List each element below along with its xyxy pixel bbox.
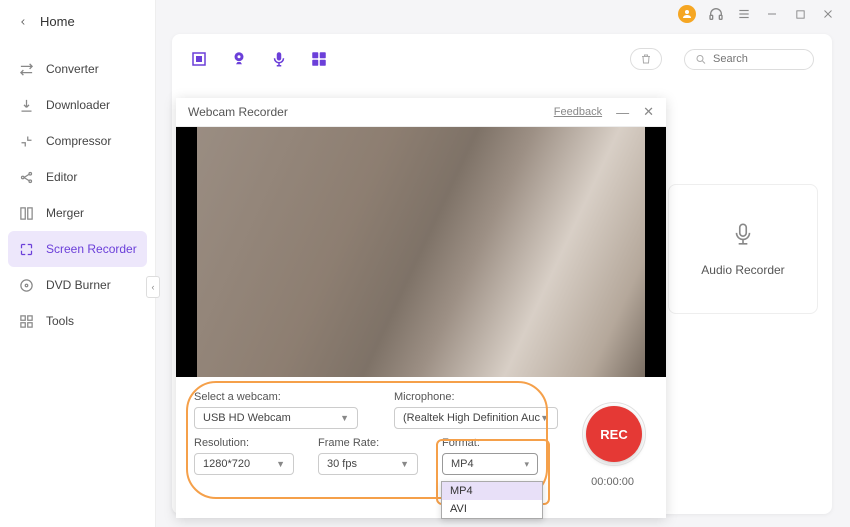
downloader-icon: [18, 97, 34, 113]
resolution-select[interactable]: 1280*720 ▼: [194, 453, 294, 475]
sidebar-item-label: Editor: [46, 170, 77, 184]
sidebar-item-label: Screen Recorder: [46, 242, 137, 256]
framerate-select[interactable]: 30 fps ▼: [318, 453, 418, 475]
webcam-tool-icon[interactable]: [230, 50, 248, 68]
headset-icon[interactable]: [708, 6, 724, 22]
webcam-select[interactable]: USB HD Webcam ▼: [194, 407, 358, 429]
microphone-select-label: Microphone:: [394, 391, 558, 403]
audio-recorder-card[interactable]: Audio Recorder: [668, 184, 818, 314]
sidebar: Home Converter Downloader Compressor Edi…: [0, 0, 156, 527]
sidebar-item-label: Compressor: [46, 134, 111, 148]
sidebar-item-dvd-burner[interactable]: DVD Burner: [0, 267, 155, 303]
sidebar-item-label: Converter: [46, 62, 99, 76]
trash-button[interactable]: [630, 48, 662, 70]
audio-recorder-label: Audio Recorder: [701, 263, 784, 277]
modal-close-button[interactable]: ✕: [643, 104, 654, 120]
microphone-icon: [730, 221, 756, 247]
menu-icon[interactable]: [736, 6, 752, 22]
format-dropdown-list: MP4 AVI: [441, 481, 543, 519]
sidebar-item-merger[interactable]: Merger: [0, 195, 155, 231]
sidebar-item-tools[interactable]: Tools: [0, 303, 155, 339]
record-button[interactable]: REC: [586, 406, 642, 462]
tools-icon: [18, 313, 34, 329]
compressor-icon: [18, 133, 34, 149]
toolbar: [172, 34, 832, 84]
search-box[interactable]: [684, 49, 814, 70]
sidebar-item-label: Merger: [46, 206, 84, 220]
webcam-feed-image: [197, 127, 645, 377]
modal-minimize-button[interactable]: —: [616, 105, 629, 120]
sidebar-item-label: Downloader: [46, 98, 110, 112]
webcam-select-value: USB HD Webcam: [203, 412, 291, 424]
minimize-button[interactable]: [764, 6, 780, 22]
sidebar-item-editor[interactable]: Editor: [0, 159, 155, 195]
merger-icon: [18, 205, 34, 221]
format-option-avi[interactable]: AVI: [442, 500, 542, 518]
dvd-icon: [18, 277, 34, 293]
feedback-link[interactable]: Feedback: [554, 106, 602, 118]
maximize-button[interactable]: [792, 6, 808, 22]
apps-tool-icon[interactable]: [310, 50, 328, 68]
format-option-mp4[interactable]: MP4: [442, 482, 542, 500]
format-select-value: MP4: [451, 458, 474, 470]
chevron-down-icon: ▾: [524, 459, 529, 470]
audio-tool-icon[interactable]: [270, 50, 288, 68]
sidebar-collapse-handle[interactable]: ‹: [146, 276, 160, 298]
home-button[interactable]: Home: [0, 0, 155, 43]
screen-record-tool-icon[interactable]: [190, 50, 208, 68]
user-avatar[interactable]: [678, 5, 696, 23]
resolution-select-value: 1280*720: [203, 458, 250, 470]
microphone-select[interactable]: (Realtek High Definition Auc ▼: [394, 407, 558, 429]
webcam-preview: [176, 127, 666, 377]
framerate-select-label: Frame Rate:: [318, 437, 418, 449]
home-label: Home: [40, 14, 75, 29]
framerate-select-value: 30 fps: [327, 458, 357, 470]
format-select-label: Format:: [442, 437, 538, 449]
chevron-down-icon: ▼: [340, 413, 349, 423]
microphone-select-value: (Realtek High Definition Auc: [403, 412, 540, 424]
record-button-label: REC: [600, 427, 627, 442]
record-timer: 00:00:00: [591, 476, 634, 488]
sidebar-item-screen-recorder[interactable]: Screen Recorder: [8, 231, 147, 267]
chevron-down-icon: ▼: [400, 459, 409, 469]
sidebar-item-compressor[interactable]: Compressor: [0, 123, 155, 159]
converter-icon: [18, 61, 34, 77]
search-input[interactable]: [713, 53, 803, 65]
sidebar-item-label: DVD Burner: [46, 278, 111, 292]
sidebar-item-converter[interactable]: Converter: [0, 51, 155, 87]
resolution-select-label: Resolution:: [194, 437, 294, 449]
close-button[interactable]: [820, 6, 836, 22]
modal-header: Webcam Recorder Feedback — ✕: [176, 98, 666, 127]
sidebar-item-downloader[interactable]: Downloader: [0, 87, 155, 123]
webcam-select-label: Select a webcam:: [194, 391, 358, 403]
screen-recorder-icon: [18, 241, 34, 257]
chevron-down-icon: ▼: [276, 459, 285, 469]
editor-icon: [18, 169, 34, 185]
search-icon: [695, 53, 707, 66]
sidebar-item-label: Tools: [46, 314, 74, 328]
webcam-recorder-modal: Webcam Recorder Feedback — ✕ Select a we…: [176, 98, 666, 518]
chevron-down-icon: ▼: [540, 413, 549, 423]
modal-title: Webcam Recorder: [188, 105, 288, 119]
titlebar: [678, 0, 850, 28]
format-select[interactable]: MP4 ▾: [442, 453, 538, 475]
